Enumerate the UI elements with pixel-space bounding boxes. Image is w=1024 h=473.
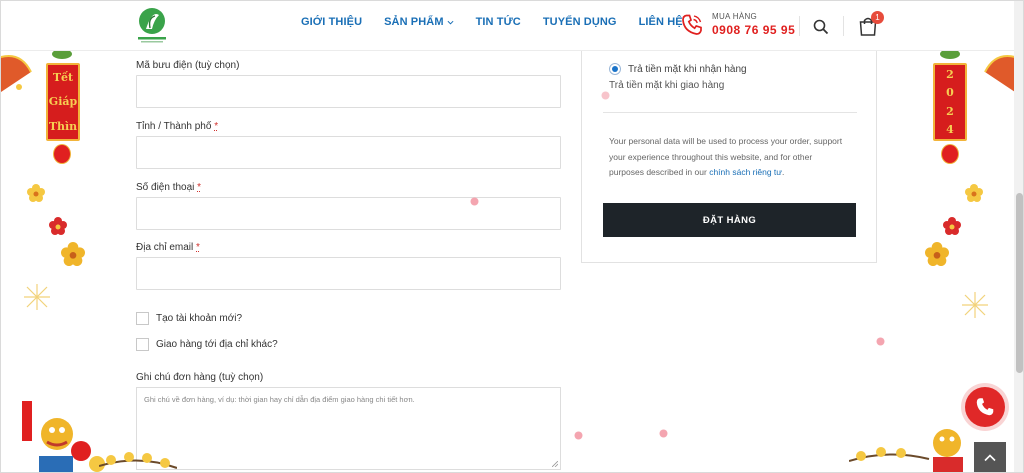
- city-input[interactable]: [136, 136, 561, 169]
- hotline[interactable]: MUA HÀNG 0908 76 95 95: [680, 12, 795, 37]
- nav-lien-he[interactable]: LIÊN HỆ: [639, 16, 683, 28]
- firework-icon: [962, 292, 988, 318]
- banner-text: 2: [946, 104, 954, 118]
- required-mark: *: [214, 121, 219, 132]
- nav-gioi-thieu[interactable]: GIỚI THIỆU: [301, 16, 362, 28]
- banner-text: 4: [946, 123, 954, 137]
- chevron-up-icon: [984, 454, 996, 462]
- site-header: GIỚI THIỆU SẢN PHẨM TIN TỨC TUYỂN DỤNG L…: [1, 1, 1023, 51]
- main-nav: GIỚI THIỆU SẢN PHẨM TIN TỨC TUYỂN DỤNG L…: [301, 16, 683, 28]
- email-input[interactable]: [136, 257, 561, 290]
- chevron-down-icon: [447, 20, 454, 25]
- flower-branch-icon: [99, 452, 177, 469]
- phone-label: Số điện thoại *: [136, 182, 201, 193]
- payment-method-label: Trả tiền mặt khi nhận hàng: [628, 63, 747, 75]
- required-mark: *: [197, 182, 202, 193]
- order-review-panel: Trả tiền mặt khi nhận hàng Trả tiền mặt …: [581, 41, 877, 263]
- notes-placeholder: Ghi chú về đơn hàng, ví dụ: thời gian ha…: [144, 395, 415, 404]
- lion-dance-icon: [849, 429, 963, 472]
- banner-text: Thìn: [48, 120, 78, 134]
- nav-tin-tuc[interactable]: TIN TỨC: [476, 16, 521, 28]
- firework-icon: [24, 284, 50, 310]
- phone-icon: [682, 14, 702, 35]
- nav-label: GIỚI THIỆU: [301, 16, 363, 28]
- order-notes-textarea[interactable]: Ghi chú về đơn hàng, ví dụ: thời gian ha…: [136, 387, 561, 470]
- nav-label: LIÊN HỆ: [638, 16, 683, 28]
- notes-label: Ghi chú đơn hàng (tuỳ chọn): [136, 372, 264, 383]
- lantern-icon: [53, 144, 71, 164]
- petal-icon: [574, 431, 583, 440]
- banner-text: Giáp: [48, 95, 78, 109]
- year-banner-right: 2 0 2 4: [933, 63, 967, 141]
- petal-icon: [601, 91, 610, 100]
- radio-selected-dot: [612, 66, 618, 72]
- postcode-input[interactable]: [136, 75, 561, 108]
- lantern-icon: [941, 144, 959, 164]
- back-to-top-button[interactable]: [974, 442, 1006, 472]
- lion-dance-icon: [22, 401, 105, 472]
- email-label-text: Địa chỉ email: [136, 242, 194, 253]
- plum-flower-icon: [943, 217, 961, 235]
- phone-input[interactable]: [136, 197, 561, 230]
- header-divider: [799, 16, 800, 36]
- city-label-text: Tỉnh / Thành phố: [136, 121, 212, 132]
- checkout-page: GIỚI THIỆU SẢN PHẨM TIN TỨC TUYỂN DỤNG L…: [0, 0, 1024, 473]
- create-account-option[interactable]: Tạo tài khoản mới?: [136, 312, 242, 325]
- fan-decoration-icon: [1, 55, 32, 92]
- page-scrollbar[interactable]: [1014, 1, 1023, 472]
- hotline-text: MUA HÀNG 0908 76 95 95: [712, 12, 795, 37]
- apricot-flower-icon: [27, 184, 45, 202]
- petal-icon: [659, 429, 668, 438]
- search-icon[interactable]: [813, 19, 829, 35]
- city-label: Tỉnh / Thành phố *: [136, 121, 218, 132]
- payment-description: Trả tiền mặt khi giao hàng: [609, 80, 725, 91]
- call-now-button[interactable]: [965, 387, 1005, 427]
- fan-decoration-icon: [984, 55, 1015, 92]
- privacy-policy-link[interactable]: chính sách riêng tư: [709, 167, 782, 177]
- create-account-checkbox[interactable]: [136, 312, 149, 325]
- cart-count-badge: 1: [871, 11, 884, 24]
- nav-label: SẢN PHẨM: [384, 16, 444, 28]
- nav-tuyen-dung[interactable]: TUYỂN DỤNG: [543, 16, 617, 28]
- phone-call-icon: [976, 398, 994, 416]
- resize-handle-icon[interactable]: [552, 461, 558, 467]
- petal-icon: [470, 197, 479, 206]
- hotline-number[interactable]: 0908 76 95 95: [712, 23, 795, 37]
- banner-text: Tết: [52, 70, 74, 84]
- privacy-notice: Your personal data will be used to proce…: [609, 134, 849, 181]
- payment-radio[interactable]: [609, 63, 621, 75]
- header-divider: [843, 16, 844, 36]
- place-order-button[interactable]: ĐẶT HÀNG: [603, 203, 856, 237]
- apricot-flower-icon: [965, 184, 983, 202]
- petal-icon: [876, 337, 885, 346]
- apricot-flower-icon: [61, 242, 85, 266]
- panel-divider: [603, 112, 857, 113]
- plum-flower-icon: [49, 217, 67, 235]
- postcode-label: Mã bưu điện (tuỳ chọn): [136, 60, 240, 71]
- apricot-flower-icon: [925, 242, 949, 266]
- required-mark: *: [196, 242, 200, 253]
- create-account-label: Tạo tài khoản mới?: [156, 313, 243, 324]
- scrollbar-thumb[interactable]: [1016, 193, 1023, 373]
- nav-label: TIN TỨC: [475, 16, 521, 28]
- hotline-label: MUA HÀNG: [712, 12, 758, 21]
- nav-label: TUYỂN DỤNG: [542, 16, 617, 28]
- email-label: Địa chỉ email *: [136, 242, 200, 253]
- payment-method-cod[interactable]: Trả tiền mặt khi nhận hàng: [609, 63, 747, 75]
- tet-banner-left: Tết Giáp Thìn: [46, 63, 80, 141]
- ship-different-option[interactable]: Giao hàng tới địa chỉ khác?: [136, 338, 278, 351]
- privacy-end: .: [781, 167, 785, 177]
- ship-different-label: Giao hàng tới địa chỉ khác?: [156, 339, 278, 350]
- ship-different-checkbox[interactable]: [136, 338, 149, 351]
- banner-text: 2: [946, 67, 954, 81]
- site-logo[interactable]: [132, 4, 172, 44]
- banner-text: 0: [946, 86, 954, 100]
- nav-san-pham[interactable]: SẢN PHẨM: [384, 16, 454, 28]
- phone-label-text: Số điện thoại: [136, 182, 195, 193]
